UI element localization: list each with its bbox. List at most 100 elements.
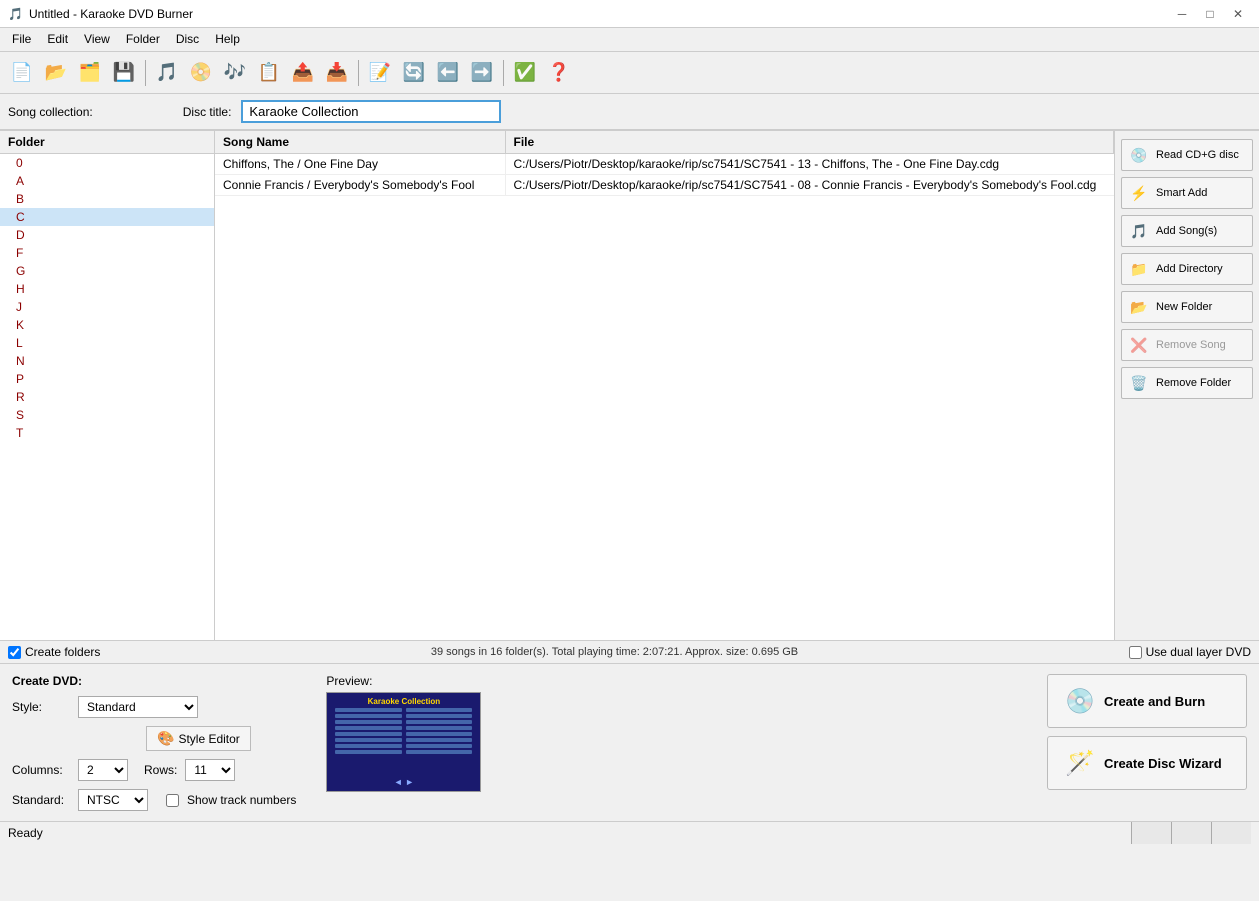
status-indicator-3 xyxy=(1211,822,1251,844)
remove-folder-label: Remove Folder xyxy=(1156,377,1231,389)
disc-title-label: Disc title: xyxy=(183,105,232,119)
style-row: Style: Standard Classic Modern Elegant xyxy=(12,696,296,718)
folder-item-k[interactable]: K xyxy=(0,316,214,334)
folder-item-r[interactable]: R xyxy=(0,388,214,406)
folder-item-c[interactable]: C xyxy=(0,208,214,226)
song-name-cell: Chiffons, The / One Fine Day xyxy=(215,154,505,175)
menu-view[interactable]: View xyxy=(76,30,118,49)
preview-line xyxy=(335,738,402,742)
tb-sep2 xyxy=(358,60,359,86)
preview-col-right xyxy=(406,708,473,775)
new-folder-label: New Folder xyxy=(1156,301,1212,313)
tb-music[interactable]: 🎵 xyxy=(151,57,183,89)
tb-help[interactable]: ❓ xyxy=(543,57,575,89)
minimize-button[interactable]: ─ xyxy=(1169,4,1195,24)
remove-song-button[interactable]: ❌ Remove Song xyxy=(1121,329,1253,361)
folder-item-g[interactable]: G xyxy=(0,262,214,280)
style-select[interactable]: Standard Classic Modern Elegant xyxy=(78,696,198,718)
titlebar-controls[interactable]: ─ □ ✕ xyxy=(1169,4,1251,24)
folder-item-b[interactable]: B xyxy=(0,190,214,208)
folder-item-0[interactable]: 0 xyxy=(0,154,214,172)
preview-nav: ◄ ► xyxy=(331,777,476,787)
menu-help[interactable]: Help xyxy=(207,30,248,49)
menu-edit[interactable]: Edit xyxy=(39,30,76,49)
menu-disc[interactable]: Disc xyxy=(168,30,207,49)
folder-item-j[interactable]: J xyxy=(0,298,214,316)
remove-folder-button[interactable]: 🗑️ Remove Folder xyxy=(1121,367,1253,399)
tb-check[interactable]: ✅ xyxy=(509,57,541,89)
preview-line xyxy=(335,732,402,736)
folder-item-a[interactable]: A xyxy=(0,172,214,190)
new-folder-button[interactable]: 📂 New Folder xyxy=(1121,291,1253,323)
app-title: Untitled - Karaoke DVD Burner xyxy=(29,7,193,21)
show-track-numbers-checkbox[interactable] xyxy=(166,794,179,807)
create-burn-button[interactable]: 💿 Create and Burn xyxy=(1047,674,1247,728)
folder-item-l[interactable]: L xyxy=(0,334,214,352)
table-row[interactable]: Chiffons, The / One Fine Day C:/Users/Pi… xyxy=(215,154,1114,175)
bottom-status-bar: Ready xyxy=(0,821,1259,843)
tb-refresh[interactable]: 🔄 xyxy=(398,57,430,89)
add-songs-label: Add Song(s) xyxy=(1156,225,1217,237)
tb-audio[interactable]: 🎶 xyxy=(219,57,251,89)
preview-title: Karaoke Collection xyxy=(368,697,440,706)
header-row: Song collection: Disc title: xyxy=(0,94,1259,130)
tb-new[interactable]: 📄 xyxy=(6,57,38,89)
add-songs-icon: 🎵 xyxy=(1128,220,1150,242)
style-editor-button[interactable]: 🎨 Style Editor xyxy=(146,726,251,751)
close-button[interactable]: ✕ xyxy=(1225,4,1251,24)
menu-folder[interactable]: Folder xyxy=(118,30,168,49)
dvd-settings: Create DVD: Style: Standard Classic Mode… xyxy=(12,674,296,811)
create-folders-checkbox[interactable] xyxy=(8,646,21,659)
content-area: Folder 0 A B C D F G H J K L N P R S T S… xyxy=(0,130,1259,640)
tb-disc[interactable]: 📀 xyxy=(185,57,217,89)
columns-row: Columns: 1 2 3 4 Rows: 8 9 10 11 12 13 xyxy=(12,759,296,781)
add-directory-button[interactable]: 📁 Add Directory xyxy=(1121,253,1253,285)
dual-layer-checkbox[interactable] xyxy=(1129,646,1142,659)
maximize-button[interactable]: □ xyxy=(1197,4,1223,24)
tb-clipboard[interactable]: 📋 xyxy=(253,57,285,89)
status-indicator-1 xyxy=(1131,822,1171,844)
standard-select[interactable]: NTSC PAL xyxy=(78,789,148,811)
smart-add-icon: ⚡ xyxy=(1128,182,1150,204)
create-wizard-button[interactable]: 🪄 Create Disc Wizard xyxy=(1047,736,1247,790)
folder-item-d[interactable]: D xyxy=(0,226,214,244)
read-cdg-button[interactable]: 💿 Read CD+G disc xyxy=(1121,139,1253,171)
create-folders-label: Create folders xyxy=(25,645,100,659)
smart-add-button[interactable]: ⚡ Smart Add xyxy=(1121,177,1253,209)
rows-label: Rows: xyxy=(144,763,177,777)
tb-export[interactable]: 📤 xyxy=(287,57,319,89)
tb-open[interactable]: 📂 xyxy=(40,57,72,89)
tb-back[interactable]: ⬅️ xyxy=(432,57,464,89)
folder-item-s[interactable]: S xyxy=(0,406,214,424)
preview-line xyxy=(335,726,402,730)
folder-header: Folder xyxy=(0,131,214,154)
song-table: Song Name File Chiffons, The / One Fine … xyxy=(215,131,1114,196)
disc-title-input[interactable] xyxy=(241,100,501,123)
status-indicators xyxy=(1131,822,1251,844)
create-burn-icon: 💿 xyxy=(1064,685,1096,717)
preview-col-left xyxy=(335,708,402,775)
dual-layer-label: Use dual layer DVD xyxy=(1146,645,1251,659)
table-row[interactable]: Connie Francis / Everybody's Somebody's … xyxy=(215,175,1114,196)
menu-file[interactable]: File xyxy=(4,30,39,49)
tb-forward[interactable]: ➡️ xyxy=(466,57,498,89)
folder-item-n[interactable]: N xyxy=(0,352,214,370)
tb-edit[interactable]: 📝 xyxy=(364,57,396,89)
folder-item-f[interactable]: F xyxy=(0,244,214,262)
tb-import[interactable]: 📥 xyxy=(321,57,353,89)
preview-line xyxy=(406,720,473,724)
columns-select[interactable]: 1 2 3 4 xyxy=(78,759,128,781)
song-panel: Song Name File Chiffons, The / One Fine … xyxy=(215,131,1114,640)
add-songs-button[interactable]: 🎵 Add Song(s) xyxy=(1121,215,1253,247)
song-name-cell: Connie Francis / Everybody's Somebody's … xyxy=(215,175,505,196)
style-editor-icon: 🎨 xyxy=(157,730,174,747)
folder-item-h[interactable]: H xyxy=(0,280,214,298)
rows-select[interactable]: 8 9 10 11 12 13 xyxy=(185,759,235,781)
style-label: Style: xyxy=(12,700,70,714)
tb-save[interactable]: 💾 xyxy=(108,57,140,89)
read-cdg-label: Read CD+G disc xyxy=(1156,149,1239,161)
preview-area: Preview: Karaoke Collection xyxy=(326,674,481,792)
folder-item-t[interactable]: T xyxy=(0,424,214,442)
tb-opendir[interactable]: 🗂️ xyxy=(74,57,106,89)
folder-item-p[interactable]: P xyxy=(0,370,214,388)
